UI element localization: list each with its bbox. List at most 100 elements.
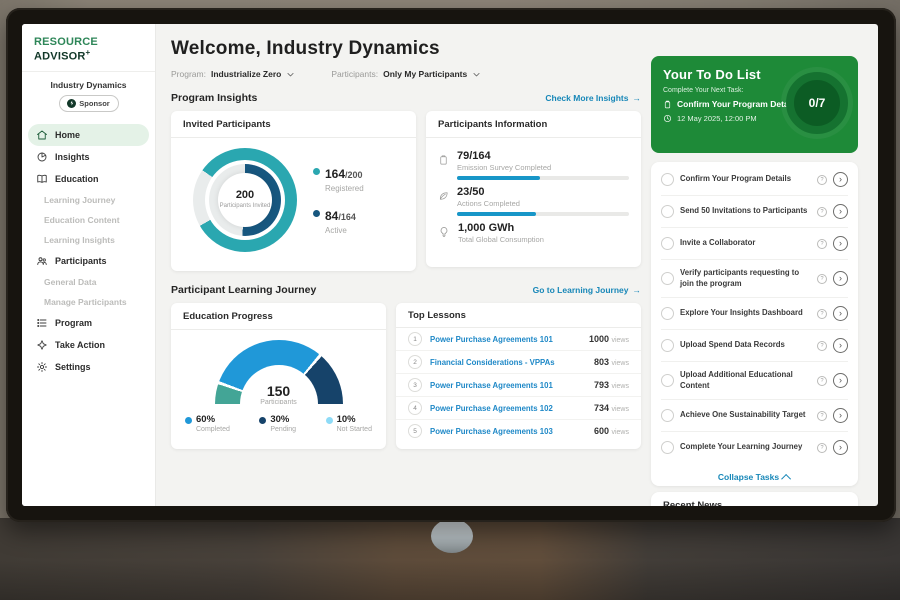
recent-news-card: Recent News (651, 492, 858, 506)
card-title: Top Lessons (396, 303, 641, 328)
task-checkbox[interactable] (661, 374, 674, 387)
task-chevron-button[interactable]: › (833, 338, 848, 353)
legend-dot-blue (185, 417, 192, 424)
sidebar-item-participants[interactable]: Participants (28, 250, 149, 272)
progress-fill (457, 212, 536, 216)
sidebar-item-take-action[interactable]: Take Action (28, 334, 149, 356)
help-icon[interactable]: ? (817, 175, 827, 185)
lesson-views: 803 (594, 357, 609, 367)
page-title: Welcome, Industry Dynamics (171, 38, 641, 60)
help-icon[interactable]: ? (817, 443, 827, 453)
stat-value: 79/164 (457, 150, 629, 162)
sidebar-item-learning-journey[interactable]: Learning Journey (28, 190, 149, 210)
lesson-link[interactable]: Power Purchase Agreements 103 (430, 427, 586, 436)
legend-suffix: /200 (345, 170, 363, 180)
task-chevron-button[interactable]: › (833, 373, 848, 388)
task-label: Invite a Collaborator (680, 238, 811, 249)
sidebar: RESOURCE ADVISOR+ Industry Dynamics Spon… (22, 24, 156, 506)
task-chevron-button[interactable]: › (833, 204, 848, 219)
clipboard-icon (663, 100, 672, 109)
sidebar-item-settings[interactable]: Settings (28, 356, 149, 378)
main-area: Welcome, Industry Dynamics Program: Indu… (156, 24, 878, 506)
help-icon[interactable]: ? (817, 239, 827, 249)
program-filter-label: Program: (171, 69, 206, 79)
task-chevron-button[interactable]: › (833, 236, 848, 251)
task-label: Explore Your Insights Dashboard (680, 308, 811, 319)
help-icon[interactable]: ? (817, 341, 827, 351)
task-row: Invite a Collaborator ? › (661, 228, 848, 260)
check-more-insights-link[interactable]: Check More Insights → (545, 93, 641, 103)
dashboard-screen: RESOURCE ADVISOR+ Industry Dynamics Spon… (22, 24, 878, 506)
task-checkbox[interactable] (661, 237, 674, 250)
arrow-right-icon: → (633, 285, 642, 295)
collapse-label: Collapse Tasks (718, 472, 779, 482)
progress-track (457, 212, 629, 216)
task-checkbox[interactable] (661, 307, 674, 320)
participants-information-card: Participants Information 79/164 Emission… (426, 111, 641, 267)
card-title: Participants Information (426, 111, 641, 138)
collapse-tasks-link[interactable]: Collapse Tasks (661, 463, 848, 489)
task-row: Complete Your Learning Journey ? › (661, 432, 848, 463)
help-icon[interactable]: ? (817, 274, 827, 284)
lesson-link[interactable]: Power Purchase Agreements 101 (430, 381, 586, 390)
task-row: Achieve One Sustainability Target ? › (661, 400, 848, 432)
section-title: Participant Learning Journey (171, 284, 316, 296)
legend-label: Active (325, 226, 356, 235)
task-chevron-button[interactable]: › (833, 408, 848, 423)
stat-label: Emission Survey Completed (457, 163, 629, 172)
help-icon[interactable]: ? (817, 411, 827, 421)
task-checkbox[interactable] (661, 173, 674, 186)
legend-completed: 60% Completed (185, 414, 230, 433)
todo-progress-value: 0/7 (809, 96, 826, 110)
task-chevron-button[interactable]: › (833, 440, 848, 455)
program-filter-value: Industrialize Zero (211, 69, 281, 79)
app-logo: RESOURCE ADVISOR+ (22, 36, 155, 72)
sidebar-item-learning-insights[interactable]: Learning Insights (28, 230, 149, 250)
sidebar-item-home[interactable]: Home (28, 124, 149, 146)
lesson-link[interactable]: Power Purchase Agreements 101 (430, 335, 581, 344)
sponsor-badge[interactable]: Sponsor (59, 95, 119, 112)
go-to-learning-journey-link[interactable]: Go to Learning Journey → (533, 285, 641, 295)
task-checkbox[interactable] (661, 441, 674, 454)
insights-icon (36, 151, 48, 163)
program-filter[interactable]: Program: Industrialize Zero (171, 69, 295, 79)
help-icon[interactable]: ? (817, 376, 827, 386)
main-content: Welcome, Industry Dynamics Program: Indu… (171, 38, 641, 449)
participants-filter-label: Participants: (331, 69, 378, 79)
views-suffix: views (611, 337, 629, 344)
participants-info-body: 79/164 Emission Survey Completed 23/50 (426, 138, 641, 250)
gauge-center-value: 150 (215, 383, 343, 399)
task-chevron-button[interactable]: › (833, 271, 848, 286)
lesson-views: 793 (594, 380, 609, 390)
help-icon[interactable]: ? (817, 309, 827, 319)
task-checkbox[interactable] (661, 205, 674, 218)
help-icon[interactable]: ? (817, 207, 827, 217)
views-suffix: views (611, 406, 629, 413)
legend-label: Not Started (337, 426, 372, 433)
sidebar-item-label: Insights (55, 152, 90, 162)
task-chevron-button[interactable]: › (833, 306, 848, 321)
link-label: Go to Learning Journey (533, 285, 629, 295)
lesson-row: 2 Financial Considerations - VPPAs 803 v… (396, 351, 641, 374)
logo-plus: + (86, 48, 91, 57)
participants-filter[interactable]: Participants: Only My Participants (331, 69, 481, 79)
task-checkbox[interactable] (661, 409, 674, 422)
sidebar-item-education[interactable]: Education (28, 168, 149, 190)
legend-active: 84/164 Active (313, 207, 364, 235)
task-row: Send 50 Invitations to Participants ? › (661, 196, 848, 228)
task-checkbox[interactable] (661, 339, 674, 352)
gauge-center-label: Participants (215, 399, 343, 404)
lesson-rank: 1 (408, 332, 422, 346)
sidebar-item-manage-participants[interactable]: Manage Participants (28, 292, 149, 312)
card-title: Invited Participants (171, 111, 416, 138)
lesson-link[interactable]: Power Purchase Agreements 102 (430, 404, 586, 413)
sidebar-item-general-data[interactable]: General Data (28, 272, 149, 292)
sidebar-item-insights[interactable]: Insights (28, 146, 149, 168)
sidebar-item-education-content[interactable]: Education Content (28, 210, 149, 230)
task-chevron-button[interactable]: › (833, 172, 848, 187)
sidebar-item-program[interactable]: Program (28, 312, 149, 334)
lesson-link[interactable]: Financial Considerations - VPPAs (430, 358, 586, 367)
lightbulb-icon (438, 226, 450, 238)
task-checkbox[interactable] (661, 272, 674, 285)
todo-due-label: 12 May 2025, 12:00 PM (677, 114, 757, 123)
